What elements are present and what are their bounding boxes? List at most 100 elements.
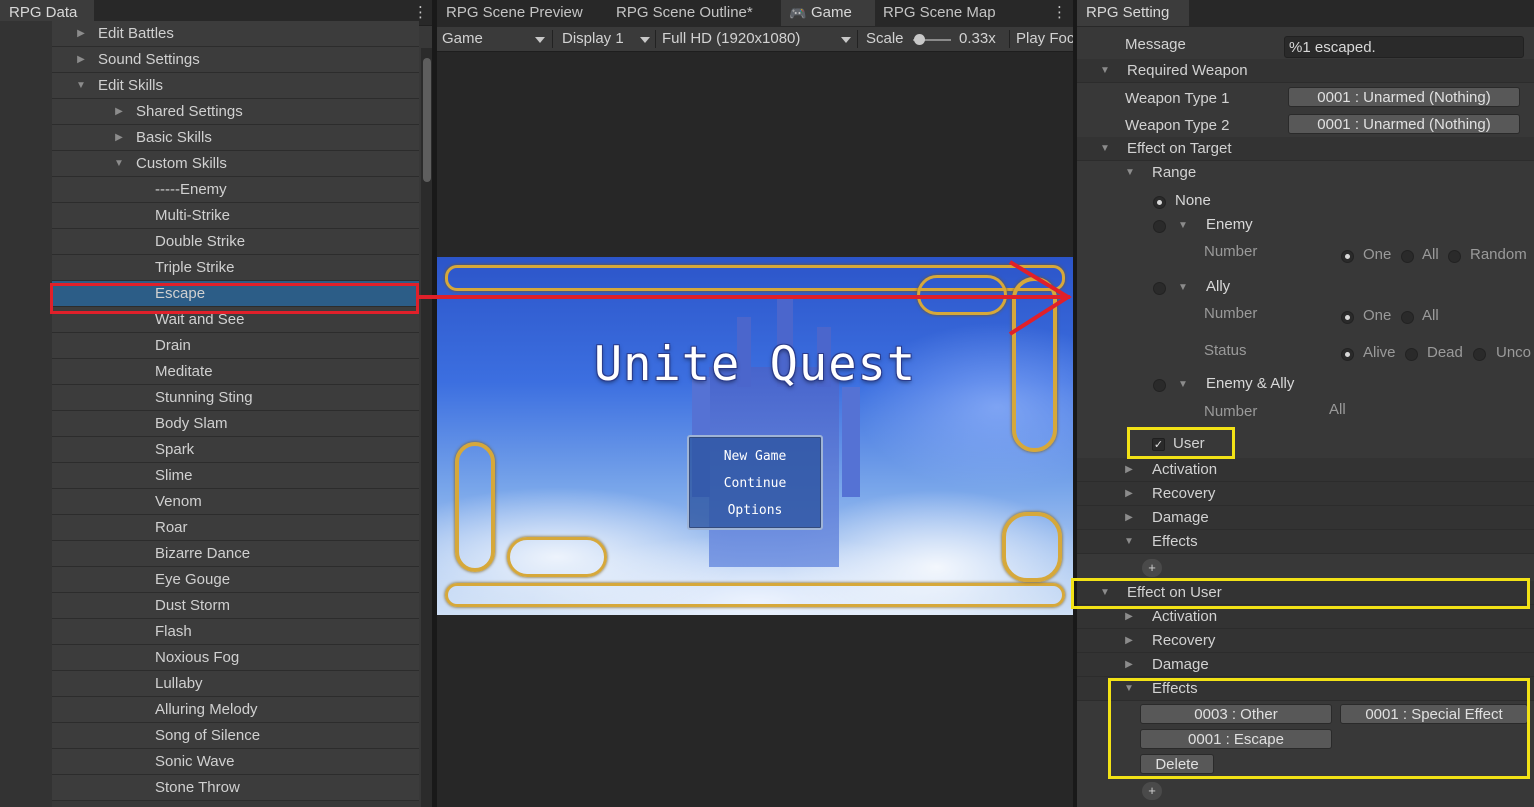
tree-item[interactable]: Bizarre Dance [52,541,419,567]
tree-item[interactable]: Slime [52,463,419,489]
enemy-number-random-radio[interactable] [1448,250,1461,263]
display-dropdown[interactable]: Display 1 [562,27,652,51]
tree-item[interactable]: Sonic Wave [52,749,419,775]
range-enemy-radio[interactable] [1153,220,1166,233]
required-weapon-row[interactable]: ▼ Required Weapon [1077,59,1534,83]
tree-item[interactable]: Noxious Fog [52,645,419,671]
tree-item[interactable]: Multi-Strike [52,203,419,229]
toolbar-separator [857,30,858,48]
foldout-collapsed-icon[interactable]: ▶ [74,47,88,72]
target-activation-label: Activation [1152,461,1218,478]
tree-item[interactable]: ▶ Edit Battles [52,21,419,47]
target-damage-row[interactable]: ▶ Damage [1077,506,1534,530]
target-effects-row[interactable]: ▼ Effects [1077,530,1534,554]
weapon-type-1-label: Weapon Type 1 [1125,90,1230,107]
foldout-arrow-icon: ▼ [1100,143,1110,154]
tree-item-label: Edit Battles [98,25,174,42]
tab-rpg-scene-preview[interactable]: RPG Scene Preview [437,0,605,26]
tree-gutter [0,21,52,807]
tree-item[interactable]: Triple Strike [52,255,419,281]
ally-status-alive-radio[interactable] [1341,348,1354,361]
message-label: Message [1125,36,1186,53]
scrollbar-thumb[interactable] [423,58,431,182]
tree-item[interactable]: -----Enemy [52,177,419,203]
range-none-radio[interactable] [1153,196,1166,209]
tab-game[interactable]: 🎮 Game [781,0,875,26]
castle-tower [842,387,860,497]
range-enemy-ally-label: Enemy & Ally [1206,375,1295,392]
play-focused-dropdown[interactable]: Play Foc [1016,27,1073,51]
kebab-menu-icon[interactable]: ⋮ [413,3,428,23]
tree-item[interactable]: Stunning Sting [52,385,419,411]
tree-item[interactable]: Meditate [52,359,419,385]
tree-item-label: Stone Throw [155,779,240,796]
foldout-expanded-icon[interactable]: ▼ [112,151,126,176]
user-effects-add-button[interactable]: + [1142,782,1162,800]
user-recovery-row[interactable]: ▶ Recovery [1077,629,1534,653]
message-field[interactable]: %1 escaped. [1284,36,1524,58]
user-damage-row[interactable]: ▶ Damage [1077,653,1534,677]
tree-item[interactable]: ▶ Basic Skills [52,125,419,151]
tree-item[interactable]: Drain [52,333,419,359]
tree-item[interactable]: Flash [52,619,419,645]
tab-game-label: Game [811,4,852,21]
enemy-number-all-radio[interactable] [1401,250,1414,263]
tree-item[interactable]: Body Slam [52,411,419,437]
range-ally-radio[interactable] [1153,282,1166,295]
user-effects-highlight-box [1108,678,1530,779]
foldout-expanded-icon[interactable]: ▼ [74,73,88,98]
tree-item[interactable]: Venom [52,489,419,515]
target-recovery-row[interactable]: ▶ Recovery [1077,482,1534,506]
tree-item[interactable]: Alluring Melody [52,697,419,723]
weapon-type-2-dropdown[interactable]: 0001 : Unarmed (Nothing) [1288,114,1520,134]
tree-item[interactable]: Eye Gouge [52,567,419,593]
tree-item[interactable]: ▼ Edit Skills [52,73,419,99]
kebab-menu-icon[interactable]: ⋮ [1052,3,1067,23]
foldout-collapsed-icon[interactable]: ▶ [112,125,126,150]
tab-rpg-scene-map[interactable]: RPG Scene Map [874,0,1014,26]
tree-item[interactable]: Lullaby [52,671,419,697]
menu-new-game[interactable]: New Game [689,445,821,469]
tab-rpg-setting[interactable]: RPG Setting [1077,0,1189,26]
foldout-collapsed-icon[interactable]: ▶ [74,21,88,46]
tab-rpg-scene-outline[interactable]: RPG Scene Outline* [607,0,779,26]
tree-item-label: Basic Skills [136,129,212,146]
tree-item[interactable]: Roar [52,515,419,541]
weapon-type-1-dropdown[interactable]: 0001 : Unarmed (Nothing) [1288,87,1520,107]
scale-slider-handle[interactable] [914,34,925,45]
menu-continue[interactable]: Continue [689,472,821,496]
tree-item-label: Multi-Strike [155,207,231,224]
target-activation-row[interactable]: ▶ Activation [1077,458,1534,482]
chevron-down-icon [535,37,545,43]
gold-ornament-bottom-left [507,537,607,577]
tree-item[interactable]: ▶ Shared Settings [52,99,419,125]
ally-status-unconscious-radio[interactable] [1473,348,1486,361]
chevron-down-icon [640,37,650,43]
resolution-dropdown[interactable]: Full HD (1920x1080) [662,27,852,51]
ally-number-one-radio[interactable] [1341,311,1354,324]
tree-item[interactable]: ▶ Sound Settings [52,47,419,73]
tree-item-label: Body Slam [155,415,228,432]
effect-on-target-row[interactable]: ▼ Effect on Target [1077,137,1534,161]
foldout-collapsed-icon[interactable]: ▶ [112,99,126,124]
ally-status-dead-radio[interactable] [1405,348,1418,361]
display-dropdown-label: Display 1 [562,30,624,47]
tree-item[interactable]: Stone Throw [52,775,419,801]
enemy-number-one-radio[interactable] [1341,250,1354,263]
target-effects-add-button[interactable]: + [1142,559,1162,577]
tree-item[interactable]: Dust Storm [52,593,419,619]
enemy-ally-number-value: All [1329,401,1346,418]
menu-options[interactable]: Options [689,499,821,523]
ally-number-all-radio[interactable] [1401,311,1414,324]
foldout-arrow-icon: ▶ [1125,659,1133,670]
view-dropdown[interactable]: Game [442,27,548,51]
tree-item[interactable]: ▼ Custom Skills [52,151,419,177]
game-toolbar: Game Display 1 Full HD (1920x1080) Scale… [437,27,1073,52]
tree-item[interactable]: Double Strike [52,229,419,255]
range-enemy-ally-radio[interactable] [1153,379,1166,392]
ally-number-one-label: One [1363,307,1392,324]
tree-scrollbar[interactable] [421,48,432,807]
tree-item[interactable]: Song of Silence [52,723,419,749]
game-view[interactable]: Unite Quest New Game Continue Options [437,257,1073,615]
tree-item[interactable]: Spark [52,437,419,463]
